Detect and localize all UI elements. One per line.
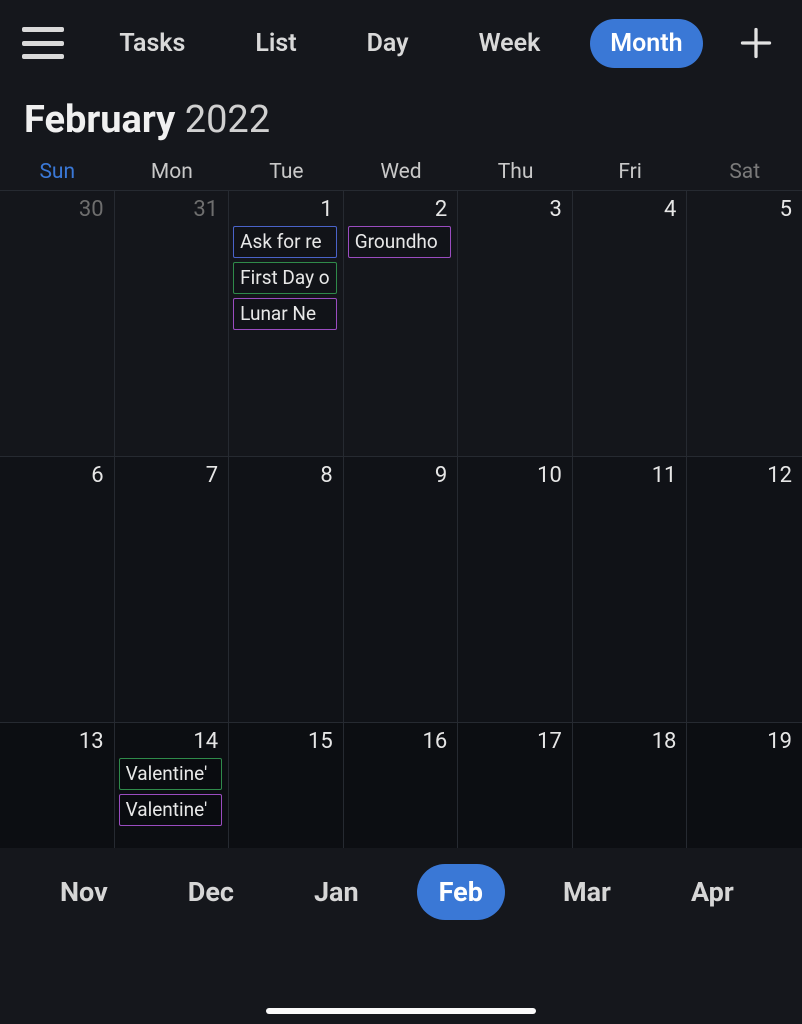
day-number: 10 (462, 463, 566, 492)
day-number: 13 (4, 729, 108, 758)
calendar-event[interactable]: Ask for re (233, 226, 337, 258)
calendar-event[interactable]: Valentine' (119, 794, 223, 826)
day-header: Mon (115, 160, 230, 184)
calendar-cell[interactable]: 31 (115, 190, 230, 456)
tab-day[interactable]: Day (347, 19, 429, 68)
day-number: 14 (119, 729, 223, 758)
day-header: Tue (229, 160, 344, 184)
calendar-cell[interactable]: 9 (344, 456, 459, 722)
view-switcher: Tasks List Day Week Month (64, 19, 738, 68)
calendar-cell[interactable]: 19 (687, 722, 802, 860)
day-number: 16 (348, 729, 452, 758)
month-jan[interactable]: Jan (292, 864, 381, 920)
calendar-event[interactable]: First Day o (233, 262, 337, 294)
day-number: 31 (119, 197, 223, 226)
month-scroller[interactable]: t Nov Dec Jan Feb Mar Apr May J (0, 848, 802, 936)
day-number: 3 (462, 197, 566, 226)
calendar-cell[interactable]: 5 (687, 190, 802, 456)
tab-tasks[interactable]: Tasks (99, 19, 205, 68)
calendar-cell[interactable]: 4 (573, 190, 688, 456)
calendar-cell[interactable]: 18 (573, 722, 688, 860)
calendar-cell[interactable]: 15 (229, 722, 344, 860)
calendar-cell[interactable]: 16 (344, 722, 459, 860)
day-number: 12 (691, 463, 796, 492)
day-number: 15 (233, 729, 337, 758)
month-may[interactable]: May (792, 864, 802, 920)
day-number: 9 (348, 463, 452, 492)
calendar-cell[interactable]: 17 (458, 722, 573, 860)
tab-week[interactable]: Week (459, 19, 561, 68)
calendar-cell[interactable]: 1Ask for re First Day o Lunar Ne (229, 190, 344, 456)
calendar-cell[interactable]: 7 (115, 456, 230, 722)
calendar-cell[interactable]: 2Groundho (344, 190, 459, 456)
home-indicator[interactable] (266, 1008, 536, 1014)
day-header: Thu (458, 160, 573, 184)
day-number: 17 (462, 729, 566, 758)
calendar-event[interactable]: Groundho (348, 226, 452, 258)
add-icon[interactable] (738, 25, 774, 61)
day-number: 19 (691, 729, 796, 758)
page-title: February 2022 (0, 86, 802, 160)
year: 2022 (185, 98, 270, 142)
month-nov[interactable]: Nov (38, 864, 130, 920)
top-bar: Tasks List Day Week Month (0, 0, 802, 86)
calendar-cell[interactable]: 14Valentine'Valentine' (115, 722, 230, 860)
day-number: 18 (577, 729, 681, 758)
day-number: 6 (4, 463, 108, 492)
month-mar[interactable]: Mar (541, 864, 633, 920)
calendar-cell[interactable]: 8 (229, 456, 344, 722)
month-dec[interactable]: Dec (166, 864, 256, 920)
event-list: Groundho (348, 226, 452, 258)
day-header: Sun (0, 160, 115, 184)
day-number: 7 (119, 463, 223, 492)
calendar-cell[interactable]: 10 (458, 456, 573, 722)
calendar-cell[interactable]: 6 (0, 456, 115, 722)
calendar-cell[interactable]: 3 (458, 190, 573, 456)
day-number: 30 (4, 197, 108, 226)
calendar-event[interactable]: Lunar Ne (233, 298, 337, 330)
calendar-cell[interactable]: 30 (0, 190, 115, 456)
day-header: Wed (344, 160, 459, 184)
event-list: Valentine' Valentine' (119, 758, 223, 826)
calendar-grid: 30311Ask for reFirst Day oLunar Ne2Groun… (0, 190, 802, 860)
month-feb[interactable]: Feb (417, 864, 505, 920)
day-header: Sat (687, 160, 802, 184)
calendar-cell[interactable]: 11 (573, 456, 688, 722)
day-number: 8 (233, 463, 337, 492)
day-number: 1 (233, 197, 337, 226)
calendar-cell[interactable]: 13 (0, 722, 115, 860)
calendar-cell[interactable]: 12 (687, 456, 802, 722)
tab-month[interactable]: Month (590, 19, 702, 68)
tab-list[interactable]: List (235, 19, 316, 68)
event-list: Ask for re First Day o Lunar Ne (233, 226, 337, 330)
day-header-row: Sun Mon Tue Wed Thu Fri Sat (0, 160, 802, 190)
menu-icon[interactable] (22, 27, 64, 59)
day-number: 4 (577, 197, 681, 226)
calendar-event[interactable]: Valentine' (119, 758, 223, 790)
day-number: 11 (577, 463, 681, 492)
month-apr[interactable]: Apr (669, 864, 756, 920)
day-header: Fri (573, 160, 688, 184)
day-number: 2 (348, 197, 452, 226)
day-number: 5 (691, 197, 796, 226)
month-name: February (24, 98, 175, 142)
